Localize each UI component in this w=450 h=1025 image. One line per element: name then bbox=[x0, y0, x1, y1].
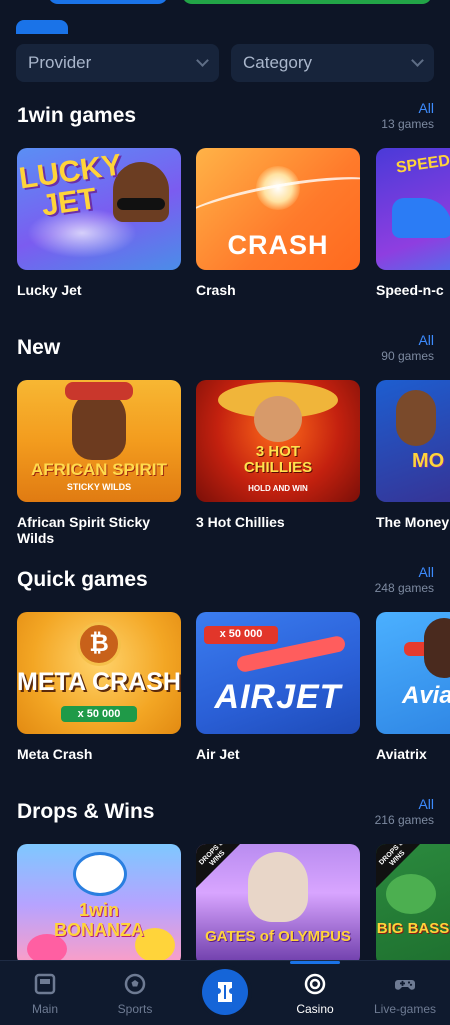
nav-label: Casino bbox=[296, 1002, 334, 1016]
game-art-title: GATES of OLYMPUS bbox=[205, 928, 351, 945]
top-green-button[interactable] bbox=[182, 0, 432, 4]
game-card-meta-crash[interactable]: ₿ META CRASH x 50 000 Meta Crash bbox=[17, 612, 181, 762]
game-name: Air Jet bbox=[196, 746, 240, 762]
game-art-title: SPEED bbox=[395, 152, 450, 177]
game-card-big-bass-amazon-xtreme[interactable]: DROPS & WINS BIG BASS bbox=[376, 844, 450, 960]
section-header: 1win games All 13 games bbox=[0, 98, 450, 138]
ticket-icon bbox=[218, 982, 232, 1002]
nav-sports[interactable]: Sports bbox=[90, 961, 180, 1025]
section-title: Drops & Wins bbox=[17, 800, 155, 823]
top-tab-indicator[interactable] bbox=[16, 20, 68, 34]
nav-live-games[interactable]: Live-games bbox=[360, 961, 450, 1025]
game-count: 13 games bbox=[381, 117, 434, 131]
nav-label: Live-games bbox=[373, 1002, 437, 1016]
game-art-title: META CRASH bbox=[17, 668, 181, 696]
nav-label: Sports bbox=[117, 1002, 153, 1016]
active-tab-indicator bbox=[290, 961, 340, 964]
game-thumbnail[interactable]: DROPS & WINS BIG BASS bbox=[376, 844, 450, 960]
game-card-gates-of-olympus[interactable]: DROPS & WINS GATES of OLYMPUS bbox=[196, 844, 360, 960]
game-art-subtitle: x 50 000 bbox=[77, 708, 121, 720]
game-count: 216 games bbox=[374, 813, 434, 827]
nav-label: Main bbox=[31, 1002, 58, 1016]
game-art-title: LUCKY JET bbox=[17, 148, 124, 223]
nav-main[interactable]: Main bbox=[0, 961, 90, 1025]
game-thumbnail[interactable]: DROPS & WINS GATES of OLYMPUS bbox=[196, 844, 360, 960]
main-icon bbox=[34, 973, 56, 995]
game-row[interactable]: LUCKY JET Lucky Jet CRASH Crash SPEED Sp… bbox=[17, 148, 450, 318]
game-thumbnail[interactable]: x 50 000 AIRJET bbox=[196, 612, 360, 734]
game-thumbnail[interactable]: 1win BONANZA bbox=[17, 844, 181, 960]
casino-chip-icon bbox=[304, 973, 326, 995]
game-art-title: 1win BONANZA bbox=[54, 900, 144, 940]
section-title: 1win games bbox=[17, 104, 137, 127]
game-name: 3 Hot Chillies bbox=[196, 514, 285, 530]
game-thumbnail[interactable]: SPEED bbox=[376, 148, 450, 270]
game-art-title: Avia bbox=[402, 682, 450, 709]
nav-center-button[interactable] bbox=[202, 969, 248, 1015]
chevron-down-icon bbox=[411, 54, 424, 67]
game-card-1win-bonanza[interactable]: 1win BONANZA bbox=[17, 844, 181, 960]
provider-select[interactable]: Provider bbox=[16, 44, 219, 82]
game-name: Crash bbox=[196, 282, 236, 298]
section-header: Drops & Wins All 216 games bbox=[0, 794, 450, 834]
game-thumbnail[interactable]: CRASH bbox=[196, 148, 360, 270]
game-thumbnail[interactable]: LUCKY JET bbox=[17, 148, 181, 270]
game-row[interactable]: AFRICAN SPIRIT STICKY WILDS African Spir… bbox=[17, 380, 450, 570]
game-card-the-money-megaways[interactable]: MO The Money Megaways bbox=[376, 380, 450, 530]
game-name: The Money Megaways bbox=[376, 514, 450, 530]
section-new: New All 90 games AFRICAN SPIRIT STICKY W… bbox=[0, 330, 450, 546]
game-count: 90 games bbox=[381, 349, 434, 363]
game-card-speed-n-cash[interactable]: SPEED Speed-n-c bbox=[376, 148, 450, 298]
game-art-subtitle: STICKY WILDS bbox=[66, 482, 132, 492]
soccer-ball-icon bbox=[124, 973, 146, 995]
game-count: 248 games bbox=[374, 581, 434, 595]
nav-casino[interactable]: Casino bbox=[270, 961, 360, 1025]
top-button-strip bbox=[0, 0, 450, 36]
game-name: Speed-n-c bbox=[376, 282, 444, 298]
section-1win-games: 1win games All 13 games LUCKY JET Lucky … bbox=[0, 98, 450, 298]
game-name: African Spirit Sticky Wilds bbox=[17, 514, 151, 546]
section-title: New bbox=[17, 336, 61, 359]
section-header: New All 90 games bbox=[0, 330, 450, 370]
game-card-air-jet[interactable]: x 50 000 AIRJET Air Jet bbox=[196, 612, 360, 762]
section-drops-and-wins: Drops & Wins All 216 games 1win BONANZA … bbox=[0, 794, 450, 960]
game-thumbnail[interactable]: 3 HOT CHILLIES HOLD AND WIN bbox=[196, 380, 360, 502]
game-art-title: BIG BASS bbox=[376, 920, 450, 937]
all-link[interactable]: All bbox=[418, 564, 434, 580]
game-thumbnail[interactable]: AFRICAN SPIRIT STICKY WILDS bbox=[17, 380, 181, 502]
filter-bar: Provider Category bbox=[16, 44, 434, 82]
section-title: Quick games bbox=[17, 568, 148, 591]
section-quick-games: Quick games All 248 games ₿ META CRASH x… bbox=[0, 562, 450, 762]
game-art-subtitle: HOLD AND WIN bbox=[248, 484, 308, 493]
all-link[interactable]: All bbox=[418, 796, 434, 812]
game-row[interactable]: 1win BONANZA DROPS & WINS GATES of OLYMP… bbox=[17, 844, 450, 960]
game-name: Aviatrix bbox=[376, 746, 427, 762]
category-select-label: Category bbox=[243, 53, 312, 72]
chevron-down-icon bbox=[196, 54, 209, 67]
category-select[interactable]: Category bbox=[231, 44, 434, 82]
game-art-title: 3 HOT CHILLIES bbox=[243, 443, 313, 476]
game-art-title: MO bbox=[412, 450, 445, 472]
game-name: Meta Crash bbox=[17, 746, 93, 762]
top-blue-button[interactable] bbox=[48, 0, 168, 4]
all-link[interactable]: All bbox=[418, 332, 434, 348]
game-name: Lucky Jet bbox=[17, 282, 82, 298]
game-row[interactable]: ₿ META CRASH x 50 000 Meta Crash x 50 00… bbox=[17, 612, 450, 782]
game-art-title: AFRICAN SPIRIT bbox=[31, 460, 167, 479]
game-card-3-hot-chillies[interactable]: 3 HOT CHILLIES HOLD AND WIN 3 Hot Chilli… bbox=[196, 380, 360, 530]
game-card-african-spirit[interactable]: AFRICAN SPIRIT STICKY WILDS African Spir… bbox=[17, 380, 181, 546]
game-card-crash[interactable]: CRASH Crash bbox=[196, 148, 360, 298]
gamepad-icon bbox=[395, 980, 415, 990]
game-thumbnail[interactable]: ₿ META CRASH x 50 000 bbox=[17, 612, 181, 734]
provider-select-label: Provider bbox=[28, 53, 92, 72]
game-art-title: CRASH bbox=[227, 230, 329, 260]
game-card-aviatrix[interactable]: Avia Aviatrix bbox=[376, 612, 450, 762]
section-header: Quick games All 248 games bbox=[0, 562, 450, 602]
game-art-title: AIRJET bbox=[214, 678, 342, 716]
game-card-lucky-jet[interactable]: LUCKY JET Lucky Jet bbox=[17, 148, 181, 298]
game-thumbnail[interactable]: Avia bbox=[376, 612, 450, 734]
all-link[interactable]: All bbox=[418, 100, 434, 116]
game-art-subtitle: x 50 000 bbox=[219, 628, 263, 640]
game-thumbnail[interactable]: MO bbox=[376, 380, 450, 502]
